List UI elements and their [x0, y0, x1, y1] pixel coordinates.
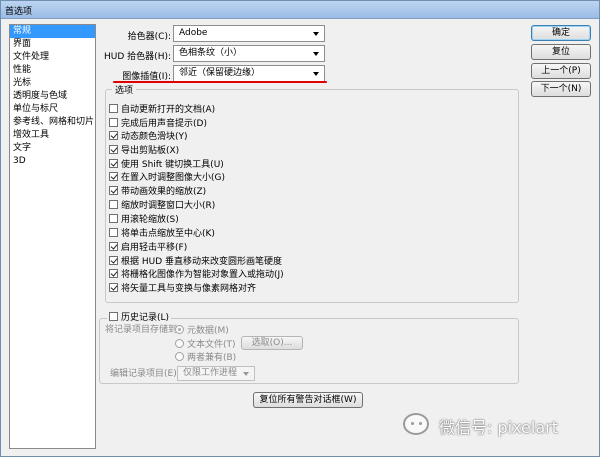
- option-place-smart-object[interactable]: 将栅格化图像作为智能对象置入或拖动(J): [109, 269, 284, 281]
- color-picker-select[interactable]: Adobe: [173, 25, 325, 42]
- sidebar-item-3d[interactable]: 3D: [10, 155, 95, 168]
- sidebar-item-plugins[interactable]: 增效工具: [10, 129, 95, 142]
- radio-button[interactable]: [175, 352, 184, 361]
- color-picker-value: Adobe: [179, 28, 208, 38]
- hud-picker-select[interactable]: 色相条纹（小）: [173, 45, 325, 62]
- watermark-text: 微信号: pixelart: [439, 418, 559, 437]
- red-underline-annotation: [113, 81, 327, 83]
- edit-log-items-value: 仅限工作进程: [183, 368, 238, 378]
- chevron-down-icon: [313, 72, 319, 76]
- chevron-down-icon: [243, 372, 249, 376]
- wechat-logo-icon: [403, 413, 429, 435]
- edit-log-items-select[interactable]: 仅限工作进程: [177, 366, 255, 381]
- checkbox[interactable]: [109, 104, 118, 113]
- title-bar: 首选项: [1, 1, 599, 19]
- sidebar-item-transparency[interactable]: 透明度与色域: [10, 90, 95, 103]
- checkbox[interactable]: [109, 200, 118, 209]
- hud-picker-value: 色相条纹（小）: [179, 48, 243, 58]
- sidebar-item-guides[interactable]: 参考线、网格和切片: [10, 116, 95, 129]
- radio-button-selected[interactable]: [175, 325, 184, 334]
- option-scroll-wheel-zoom[interactable]: 用滚轮缩放(S): [109, 214, 179, 226]
- checkbox[interactable]: [109, 214, 118, 223]
- window-title: 首选项: [5, 7, 33, 17]
- radio-button[interactable]: [175, 339, 184, 348]
- option-animated-zoom[interactable]: 带动画效果的缩放(Z): [109, 186, 206, 198]
- option-resize-on-place[interactable]: 在置入时调整图像大小(G): [109, 172, 225, 184]
- checkbox-checked[interactable]: [109, 242, 118, 251]
- chevron-down-icon: [313, 32, 319, 36]
- edit-log-items-label: 编辑记录项目(E):: [110, 369, 180, 379]
- reset-all-warnings-button[interactable]: 复位所有警告对话框(W): [253, 392, 363, 408]
- save-log-to-label: 将记录项目存储到:: [105, 325, 181, 335]
- radio-metadata[interactable]: 元数据(M): [175, 325, 229, 337]
- checkbox[interactable]: [109, 228, 118, 237]
- checkbox-checked[interactable]: [109, 186, 118, 195]
- chevron-down-icon: [313, 52, 319, 56]
- option-flick-panning[interactable]: 启用轻击平移(F): [109, 242, 187, 254]
- radio-both[interactable]: 两者兼有(B): [175, 352, 236, 364]
- checkbox-checked[interactable]: [109, 172, 118, 181]
- history-log-checkbox[interactable]: 历史记录(L): [107, 312, 172, 324]
- hud-picker-label: HUD 拾色器(H):: [104, 52, 171, 62]
- next-button[interactable]: 下一个(N): [531, 81, 591, 97]
- checkbox-checked[interactable]: [109, 145, 118, 154]
- option-export-clipboard[interactable]: 导出剪贴板(X): [109, 145, 179, 157]
- checkbox-checked[interactable]: [109, 159, 118, 168]
- sidebar-item-type[interactable]: 文字: [10, 142, 95, 155]
- checkbox-checked[interactable]: [109, 256, 118, 265]
- color-picker-label: 拾色器(C):: [127, 32, 171, 42]
- option-hud-brush-hardness[interactable]: 根据 HUD 垂直移动来改变圆形画笔硬度: [109, 256, 282, 268]
- wechat-watermark: 微信号: pixelart: [399, 411, 589, 439]
- interpolation-value: 邻近（保留硬边缘）: [179, 68, 261, 78]
- option-shift-tool-switch[interactable]: 使用 Shift 键切换工具(U): [109, 159, 224, 171]
- option-snap-vector-pixel-grid[interactable]: 将矢量工具与变换与像素网格对齐: [109, 283, 256, 295]
- checkbox-checked[interactable]: [109, 283, 118, 292]
- ok-button[interactable]: 确定: [531, 25, 591, 41]
- prev-button[interactable]: 上一个(P): [531, 63, 591, 79]
- option-dynamic-sliders[interactable]: 动态颜色滑块(Y): [109, 131, 188, 143]
- checkbox[interactable]: [109, 312, 118, 321]
- option-zoom-resize-window[interactable]: 缩放时调整窗口大小(R): [109, 200, 215, 212]
- option-beep-when-done[interactable]: 完成后用声音提示(D): [109, 118, 207, 130]
- reset-button[interactable]: 复位: [531, 44, 591, 60]
- option-auto-update[interactable]: 自动更新打开的文档(A): [109, 104, 215, 116]
- checkbox-checked[interactable]: [109, 269, 118, 278]
- category-list[interactable]: 常规 界面 文件处理 性能 光标 透明度与色域 单位与标尺 参考线、网格和切片 …: [9, 24, 96, 449]
- radio-text-file[interactable]: 文本文件(T): [175, 339, 236, 351]
- checkbox[interactable]: [109, 118, 118, 127]
- checkbox-checked[interactable]: [109, 131, 118, 140]
- option-zoom-clicked-point[interactable]: 将单击点缩放至中心(K): [109, 228, 215, 240]
- preferences-dialog: 首选项 常规 界面 文件处理 性能 光标 透明度与色域 单位与标尺 参考线、网格…: [0, 0, 600, 457]
- interpolation-select[interactable]: 邻近（保留硬边缘）: [173, 65, 325, 82]
- choose-button[interactable]: 选取(O)...: [241, 336, 303, 350]
- sidebar-item-units[interactable]: 单位与标尺: [10, 103, 95, 116]
- options-legend: 选项: [112, 83, 137, 96]
